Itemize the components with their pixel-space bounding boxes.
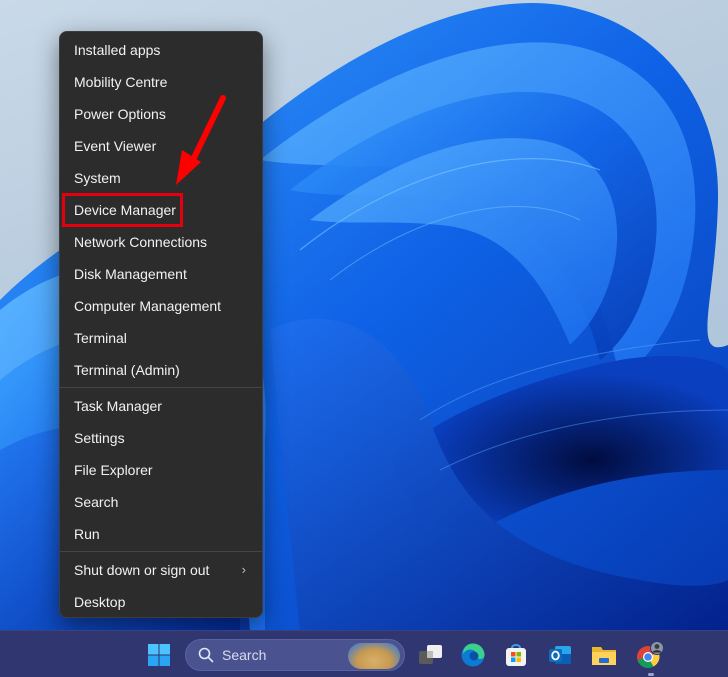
task-view-button[interactable] xyxy=(415,639,447,671)
menu-item-event-viewer[interactable]: Event Viewer xyxy=(60,130,262,162)
winx-context-menu: Installed apps Mobility Centre Power Optio… xyxy=(59,31,263,618)
menu-item-installed-apps[interactable]: Installed apps xyxy=(60,34,262,66)
start-button[interactable] xyxy=(143,639,175,671)
taskbar-search-box[interactable]: Search xyxy=(185,639,405,671)
menu-item-label: Installed apps xyxy=(74,42,161,58)
chrome-icon xyxy=(637,641,664,668)
menu-item-label: Desktop xyxy=(74,594,126,610)
menu-item-label: Event Viewer xyxy=(74,138,157,154)
menu-item-terminal-admin[interactable]: Terminal (Admin) xyxy=(60,354,262,386)
menu-item-run[interactable]: Run xyxy=(60,518,262,550)
menu-item-label: Device Manager xyxy=(74,202,176,218)
menu-item-mobility-centre[interactable]: Mobility Centre xyxy=(60,66,262,98)
edge-button[interactable] xyxy=(457,639,489,671)
menu-item-power-options[interactable]: Power Options xyxy=(60,98,262,130)
menu-item-file-explorer[interactable]: File Explorer xyxy=(60,454,262,486)
chevron-right-icon: › xyxy=(241,562,246,577)
menu-item-label: Computer Management xyxy=(74,298,222,314)
search-highlight-image xyxy=(348,643,400,669)
search-icon xyxy=(198,647,214,663)
menu-item-label: Search xyxy=(74,494,119,510)
menu-item-label: Power Options xyxy=(74,106,166,122)
menu-item-network-connections[interactable]: Network Connections xyxy=(60,226,262,258)
menu-item-terminal[interactable]: Terminal xyxy=(60,322,262,354)
desktop: Installed apps Mobility Centre Power Optio… xyxy=(0,0,728,630)
microsoft-store-icon xyxy=(506,644,526,666)
edge-icon xyxy=(461,643,485,667)
outlook-button[interactable] xyxy=(544,639,576,671)
chrome-active-indicator xyxy=(648,673,654,676)
menu-item-task-manager[interactable]: Task Manager xyxy=(60,390,262,422)
menu-item-label: File Explorer xyxy=(74,462,153,478)
outlook-icon xyxy=(549,646,571,664)
menu-item-computer-management[interactable]: Computer Management xyxy=(60,290,262,322)
menu-separator xyxy=(60,387,262,388)
menu-item-label: Run xyxy=(74,526,100,542)
menu-item-label: Network Connections xyxy=(74,234,208,250)
task-view-icon xyxy=(419,645,442,664)
menu-item-label: Terminal (Admin) xyxy=(74,362,180,378)
menu-item-search[interactable]: Search xyxy=(60,486,262,518)
menu-item-label: Mobility Centre xyxy=(74,74,168,90)
menu-item-device-manager[interactable]: Device Manager xyxy=(60,194,262,226)
menu-item-settings[interactable]: Settings xyxy=(60,422,262,454)
menu-item-label: Terminal xyxy=(74,330,127,346)
windows-logo-icon xyxy=(148,644,170,666)
search-label: Search xyxy=(222,647,267,663)
menu-item-label: System xyxy=(74,170,121,186)
menu-separator xyxy=(60,551,262,552)
menu-item-label: Settings xyxy=(74,430,125,446)
taskbar: Search xyxy=(0,630,728,677)
menu-item-shut-down-or-sign-out[interactable]: Shut down or sign out › xyxy=(60,554,262,586)
folder-icon xyxy=(592,647,616,665)
menu-item-label: Task Manager xyxy=(74,398,162,414)
microsoft-store-button[interactable] xyxy=(500,639,532,671)
file-explorer-button[interactable] xyxy=(588,639,620,671)
menu-item-desktop[interactable]: Desktop xyxy=(60,586,262,618)
menu-item-disk-management[interactable]: Disk Management xyxy=(60,258,262,290)
menu-item-system[interactable]: System xyxy=(60,162,262,194)
menu-item-label: Disk Management xyxy=(74,266,187,282)
menu-item-label: Shut down or sign out xyxy=(74,562,210,578)
chrome-button[interactable] xyxy=(634,639,666,671)
